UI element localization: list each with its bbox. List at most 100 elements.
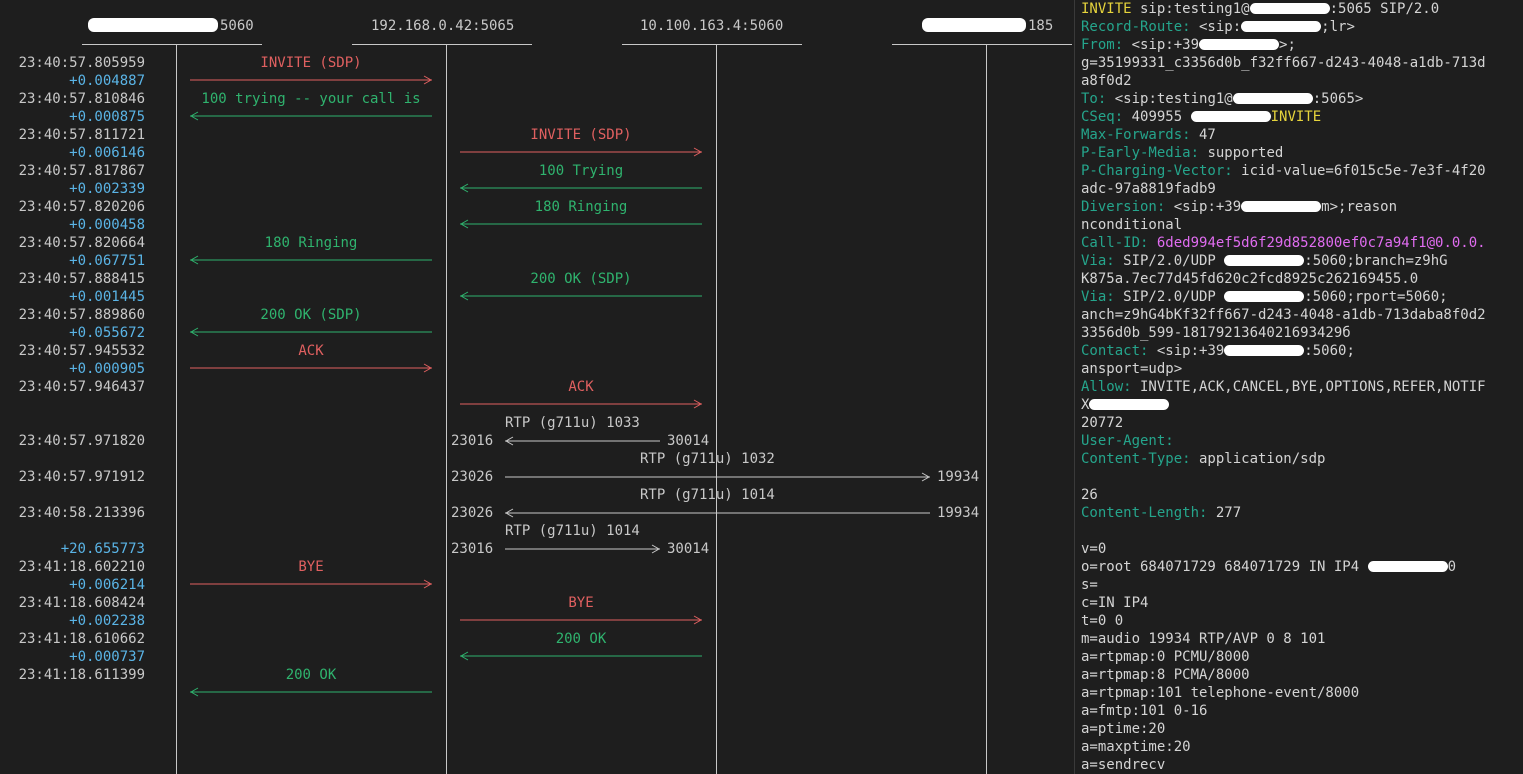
lifeline-3: [716, 44, 717, 774]
message-timestamp[interactable]: 23:41:18.602210: [0, 558, 145, 576]
sip-header-name: CSeq:: [1081, 109, 1124, 125]
message-delta-time: +0.067751: [69, 253, 145, 269]
message-timestamp[interactable]: 23:40:57.889860: [0, 306, 145, 324]
message-delta-time: +0.000905: [69, 361, 145, 377]
message-timestamp[interactable]: 23:40:57.946437: [0, 378, 145, 396]
sip-header-name: Call-ID:: [1081, 235, 1149, 251]
sip-header-line: To: <sip:testing1@ :5065>: [1081, 90, 1363, 108]
message-label[interactable]: 200 OK: [190, 666, 432, 684]
message-delta-time: +0.001445: [69, 289, 145, 305]
redaction-mark: [1190, 111, 1271, 122]
message-label[interactable]: 200 OK (SDP): [460, 270, 702, 288]
sip-header-value: SIP/2.0/UDP: [1114, 253, 1225, 269]
call-flow-pane[interactable]: 5060 192.168.0.42:5065 10.100.163.4:5060…: [0, 0, 1072, 774]
rtp-stream-label[interactable]: RTP (g711u) 1033: [505, 414, 640, 432]
sip-header-value: <sip:testing1@: [1106, 91, 1233, 107]
message-label[interactable]: 200 OK: [460, 630, 702, 648]
sip-header-line: Via: SIP/2.0/UDP :5060;rport=5060;: [1081, 288, 1448, 306]
sip-header-name: To:: [1081, 91, 1107, 107]
rtp-right-port: 30014: [667, 433, 710, 449]
rtp-stream-label[interactable]: RTP (g711u) 1014: [505, 522, 640, 540]
rtp-timestamp[interactable]: 23:40:58.213396: [0, 504, 145, 522]
sip-header-value: [1174, 433, 1182, 449]
sip-header-line: nconditional: [1081, 216, 1182, 234]
sip-header-value: <sip:+39: [1148, 343, 1225, 359]
sip-header-line: INVITE sip:testing1@:5065 SIP/2.0: [1081, 0, 1439, 18]
message-timestamp[interactable]: 23:40:57.820206: [0, 198, 145, 216]
message-label[interactable]: ACK: [190, 342, 432, 360]
message-timestamp[interactable]: 23:40:57.811721: [0, 126, 145, 144]
message-timestamp[interactable]: 23:40:57.888415: [0, 270, 145, 288]
message-arrow: [460, 291, 702, 301]
message-timestamp[interactable]: 23:40:57.805959: [0, 54, 145, 72]
sip-header-value: v=0: [1081, 541, 1107, 557]
sip-header-line: s=: [1081, 576, 1098, 594]
sip-header-line: CSeq: 409955 INVITE: [1081, 108, 1321, 126]
sip-header-value: a=sendrecv: [1081, 757, 1166, 773]
message-delta-time: +0.002339: [69, 181, 145, 197]
message-label[interactable]: INVITE (SDP): [460, 126, 702, 144]
sip-header-name: P-Charging-Vector:: [1081, 163, 1233, 179]
message-label[interactable]: BYE: [460, 594, 702, 612]
message-timestamp[interactable]: 23:41:18.608424: [0, 594, 145, 612]
message-delta-time: +0.004887: [69, 73, 145, 89]
message-label[interactable]: ACK: [460, 378, 702, 396]
pane-divider[interactable]: [1074, 0, 1075, 774]
rtp-right-port: 19934: [937, 469, 980, 485]
sip-header-line: a8f0d2: [1081, 72, 1132, 90]
message-label[interactable]: BYE: [190, 558, 432, 576]
message-timestamp[interactable]: 23:41:18.610662: [0, 630, 145, 648]
message-arrow: [190, 327, 432, 337]
lifeline-1: [176, 44, 177, 774]
sip-header-value: 20772: [1081, 415, 1124, 431]
message-timestamp[interactable]: 23:40:57.820664: [0, 234, 145, 252]
sip-header-line: c=IN IP4: [1081, 594, 1157, 612]
host-2-address: 192.168.0.42:5065: [371, 18, 515, 34]
rtp-stream-label[interactable]: RTP (g711u) 1014: [640, 486, 775, 504]
sip-header-line: User-Agent:: [1081, 432, 1182, 450]
sip-header-line: anch=z9hG4bKf32ff667-d243-4048-a1db-713d…: [1081, 306, 1486, 324]
rtp-stream-label[interactable]: RTP (g711u) 1032: [640, 450, 775, 468]
sip-header-value: 47: [1190, 127, 1216, 143]
message-timestamp[interactable]: 23:40:57.945532: [0, 342, 145, 360]
rtp-timestamp[interactable]: +20.655773: [0, 540, 145, 558]
sip-header-name: Contact:: [1081, 343, 1149, 359]
rtp-timestamp[interactable]: 23:40:57.971912: [0, 468, 145, 486]
message-timestamp[interactable]: 23:40:57.817867: [0, 162, 145, 180]
sip-header-line: a=fmtp:101 0-16: [1081, 702, 1207, 720]
sip-header-line: a=ptime:20: [1081, 720, 1165, 738]
sip-header-value: nconditional: [1081, 217, 1183, 233]
message-arrow: [190, 75, 432, 85]
sip-header-value: m=audio 19934 RTP/AVP 0 8 101: [1081, 631, 1326, 647]
message-timestamp[interactable]: 23:40:57.810846: [0, 90, 145, 108]
sip-message-detail-pane[interactable]: INVITE sip:testing1@:5065 SIP/2.0 Record-…: [1076, 0, 1523, 774]
host-4-address-tail: 185: [1028, 18, 1054, 34]
message-label[interactable]: 100 trying -- your call is: [190, 90, 432, 108]
sip-header-value-tail: :5065>: [1312, 91, 1364, 107]
sip-header-line: X: [1081, 396, 1170, 414]
rtp-timestamp[interactable]: 23:40:57.971820: [0, 432, 145, 450]
message-label[interactable]: 100 Trying: [460, 162, 702, 180]
sip-header-line: o=root 684071729 684071729 IN IP4 0: [1081, 558, 1456, 576]
lifeline-4: [986, 44, 987, 774]
message-arrow: [190, 687, 432, 697]
sip-header-line: 3356d0b_599-1817921364021693429б: [1081, 324, 1351, 342]
sip-header-value: X: [1081, 397, 1090, 413]
message-label[interactable]: 180 Ringing: [190, 234, 432, 252]
message-arrow: [190, 579, 432, 589]
sip-header-value: icid-value=6f015c5e-7e3f-4f20: [1232, 163, 1486, 179]
message-label[interactable]: 180 Ringing: [460, 198, 702, 216]
redaction-mark: [1249, 3, 1330, 14]
sip-header-value: a=rtpmap:101 telephone-event/8000: [1081, 685, 1360, 701]
sip-header-value: 409955: [1123, 109, 1191, 125]
rtp-arrow: [505, 508, 930, 518]
message-label[interactable]: 200 OK (SDP): [190, 306, 432, 324]
message-label[interactable]: INVITE (SDP): [190, 54, 432, 72]
sip-header-name: Via:: [1081, 289, 1115, 305]
rtp-arrow: [505, 436, 660, 446]
sip-header-line: a=rtpmap:101 telephone-event/8000: [1081, 684, 1359, 702]
sip-header-line: g=35199331_c3356d0b_f32ff667-d243-4048-a…: [1081, 54, 1486, 72]
message-arrow: [460, 147, 702, 157]
message-timestamp[interactable]: 23:41:18.611399: [0, 666, 145, 684]
sip-header-line: adc-97a8819fadb9: [1081, 180, 1216, 198]
